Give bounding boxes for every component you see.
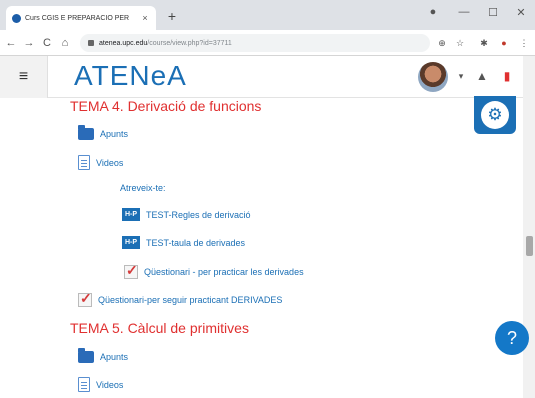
activity-label: Qüestionari-per seguir practicant DERIVA… xyxy=(98,295,283,305)
site-favicon-icon xyxy=(12,13,21,23)
site-logo[interactable]: ATENeA xyxy=(74,60,187,92)
avatar[interactable] xyxy=(418,62,448,92)
drawer-toggle-button[interactable]: ≡ xyxy=(0,56,48,98)
browser-tab[interactable]: Curs CGIS E PREPARACIÓ PER × xyxy=(6,6,156,30)
browser-toolbar: ← → C ⌂ atenea.upc.edu /course/view.php?… xyxy=(0,30,535,56)
new-tab-button[interactable]: + xyxy=(164,8,180,24)
gear-icon: ⚙ xyxy=(481,101,509,129)
user-menu-chevron-icon[interactable]: ▾ xyxy=(454,68,468,84)
url-path: /course/view.php?id=37711 xyxy=(147,39,232,47)
activity-folder[interactable]: Apunts xyxy=(78,125,129,140)
messages-icon[interactable]: ▮ xyxy=(500,68,514,84)
activity-label: Qüestionari - per practicar les derivade… xyxy=(144,267,304,277)
bookmark-star-icon[interactable]: ☆ xyxy=(454,36,466,50)
course-settings-button[interactable]: ⚙ xyxy=(474,96,516,134)
maximize-button[interactable]: ☐ xyxy=(484,6,502,19)
address-bar[interactable]: atenea.upc.edu /course/view.php?id=37711 xyxy=(80,34,430,52)
home-button[interactable]: ⌂ xyxy=(58,35,72,51)
notifications-bell-icon[interactable]: ▲ xyxy=(475,68,489,84)
help-icon: ? xyxy=(506,327,517,348)
help-button[interactable]: ? xyxy=(495,321,529,355)
hamburger-icon: ≡ xyxy=(18,68,29,85)
hotpot-icon: H-P xyxy=(122,236,140,249)
profile-icon[interactable]: ● xyxy=(424,6,442,18)
url-host: atenea.upc.edu xyxy=(99,39,148,47)
tab-close-icon[interactable]: × xyxy=(140,13,150,23)
activity-label: Apunts xyxy=(100,129,129,139)
activity-label: Videos xyxy=(96,157,124,168)
activity-hotpot[interactable]: H-P TEST-Regles de derivació xyxy=(122,208,251,221)
reload-button[interactable]: C xyxy=(40,35,54,51)
section-title[interactable]: TEMA 4. Derivació de funcions xyxy=(70,98,261,114)
activity-quiz[interactable]: Qüestionari-per seguir practicant DERIVA… xyxy=(78,290,283,307)
extensions-icon[interactable]: ✱ xyxy=(478,36,490,50)
page-icon xyxy=(78,377,90,392)
folder-icon xyxy=(78,348,94,363)
activity-page[interactable]: Videos xyxy=(78,377,123,392)
hotpot-icon: H-P xyxy=(122,208,140,221)
tab-title: Curs CGIS E PREPARACIÓ PER xyxy=(25,14,130,22)
activity-label: TEST-Regles de derivació xyxy=(146,209,251,220)
lock-icon xyxy=(88,40,94,46)
back-button[interactable]: ← xyxy=(4,35,18,51)
section-label: Atreveix-te: xyxy=(120,183,166,193)
scrollbar-thumb[interactable] xyxy=(526,236,533,256)
browser-tab-bar: Curs CGIS E PREPARACIÓ PER × + ● — ☐ ✕ xyxy=(0,0,535,30)
quiz-icon xyxy=(78,290,92,307)
activity-label: Apunts xyxy=(100,352,129,362)
forward-button[interactable]: → xyxy=(22,35,36,51)
activity-quiz[interactable]: Qüestionari - per practicar les derivade… xyxy=(124,262,304,279)
activity-hotpot[interactable]: H-P TEST-taula de derivades xyxy=(122,236,245,249)
browser-menu-icon[interactable]: ⋮ xyxy=(518,36,530,50)
section-title[interactable]: TEMA 5. Càlcul de primitives xyxy=(70,320,249,336)
activity-folder[interactable]: Apunts xyxy=(78,348,129,363)
course-content: TEMA 4. Derivació de funcions Apunts Vid… xyxy=(48,98,498,398)
extension-icon[interactable]: ● xyxy=(498,36,510,50)
activity-label: Videos xyxy=(96,379,124,390)
quiz-icon xyxy=(124,262,138,279)
close-window-button[interactable]: ✕ xyxy=(512,6,530,19)
activity-page[interactable]: Videos xyxy=(78,155,123,170)
search-icon[interactable]: ⊕ xyxy=(436,36,448,50)
activity-label: TEST-taula de derivades xyxy=(146,237,246,248)
folder-icon xyxy=(78,125,94,140)
page-icon xyxy=(78,155,90,170)
minimize-button[interactable]: — xyxy=(455,6,473,18)
site-header: ≡ ATENeA ▾ ▲ ▮ xyxy=(0,56,535,98)
